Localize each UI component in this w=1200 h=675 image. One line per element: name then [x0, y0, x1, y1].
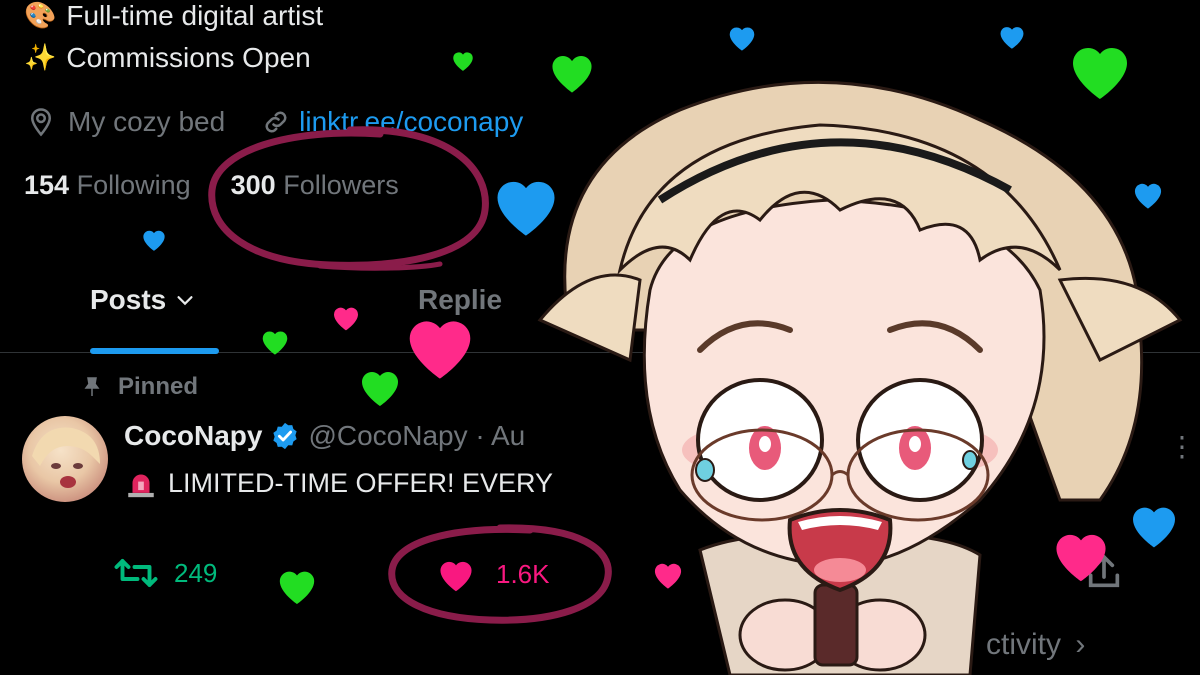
pink-heart-icon	[409, 321, 471, 379]
followers-label: Followers	[283, 170, 399, 200]
palette-emoji-icon: 🎨	[24, 1, 57, 31]
location-pin-icon	[30, 108, 52, 137]
post-text-row: LIMITED-TIME OFFER! EVERY	[124, 466, 553, 500]
follow-stats: 154 Following 300 Followers	[24, 170, 399, 201]
tab-posts[interactable]: Posts	[90, 284, 196, 316]
chevron-down-icon	[177, 296, 193, 306]
retweet-icon	[114, 559, 158, 587]
link-icon	[265, 111, 287, 133]
avatar[interactable]	[22, 416, 108, 502]
sparkles-emoji-icon: ✨	[24, 43, 57, 73]
pinned-indicator: Pinned	[80, 373, 198, 401]
post-text: LIMITED-TIME OFFER! EVERY	[168, 467, 554, 498]
followers-stat[interactable]: 300 Followers	[231, 170, 399, 201]
author-handle[interactable]: @CocoNapy · Au	[308, 420, 525, 452]
heart-filled-icon	[440, 561, 472, 592]
verified-badge-icon	[273, 422, 298, 450]
author-name[interactable]: CocoNapy	[124, 420, 262, 452]
following-stat[interactable]: 154 Following	[24, 170, 191, 201]
green-heart-icon	[362, 372, 398, 406]
siren-emoji-icon	[128, 474, 154, 498]
active-tab-indicator	[90, 348, 219, 354]
tab-posts-label: Posts	[90, 284, 167, 315]
green-heart-icon	[453, 52, 473, 71]
bio-text-2: Commissions Open	[66, 42, 311, 73]
pin-icon	[84, 377, 100, 396]
pink-heart-icon	[334, 307, 358, 331]
followers-count: 300	[230, 170, 276, 200]
retweet-button[interactable]: 249	[110, 555, 217, 591]
following-count: 154	[24, 170, 70, 200]
pinned-label: Pinned	[118, 373, 199, 400]
profile-meta: My cozy bed linktr.ee/coconapy	[26, 106, 523, 138]
green-heart-icon	[262, 331, 288, 355]
bio-line-2: ✨ Commissions Open	[24, 42, 311, 74]
blue-heart-icon	[143, 230, 165, 251]
shocked-anime-girl-illustration	[537, 80, 1183, 675]
bio-text-1: Full-time digital artist	[66, 0, 324, 31]
bio-line-1: 🎨 Full-time digital artist	[24, 0, 323, 32]
post-author: CocoNapy @CocoNapy · Au	[124, 420, 525, 452]
location-text: My cozy bed	[68, 106, 226, 137]
following-label: Following	[76, 170, 191, 200]
green-heart-icon	[279, 571, 315, 605]
retweet-count: 249	[174, 557, 218, 588]
profile-link[interactable]: linktr.ee/coconapy	[299, 106, 523, 138]
avatar-art-icon	[32, 427, 100, 488]
